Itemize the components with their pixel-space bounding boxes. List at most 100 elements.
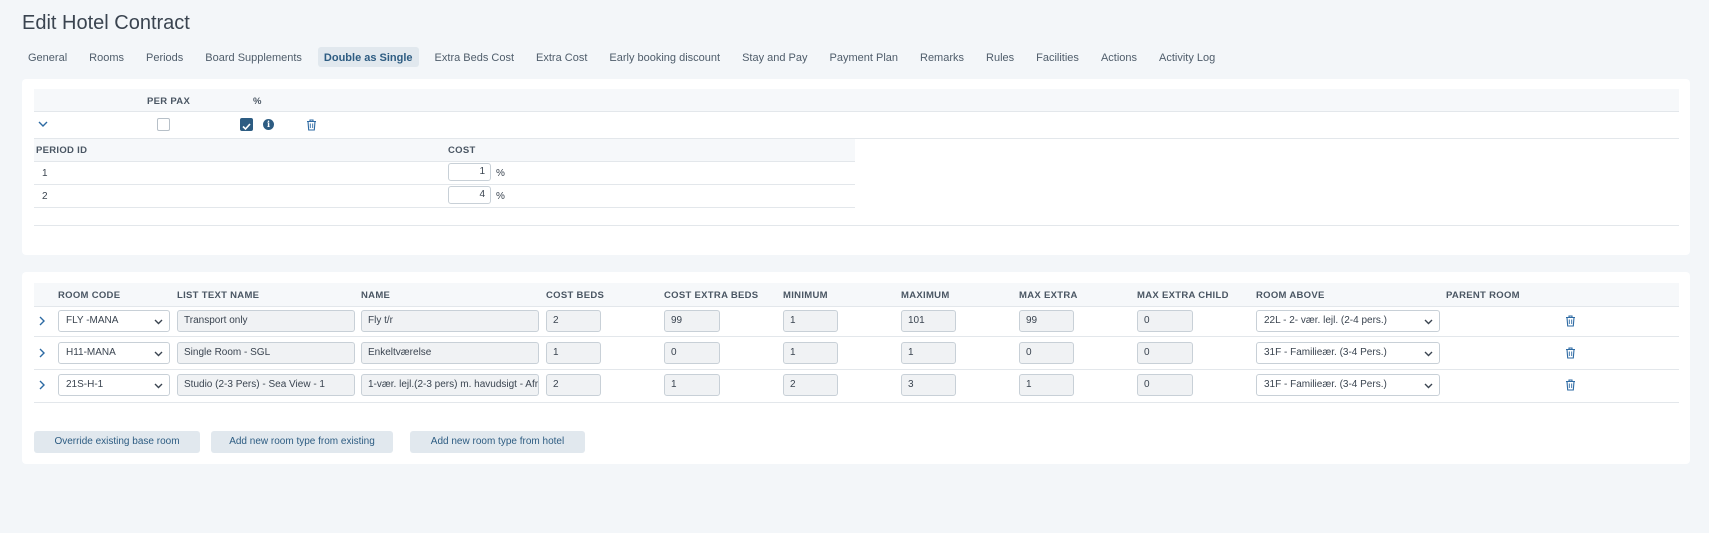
name-input[interactable]: Enkeltværelse — [361, 342, 539, 364]
select-caret-icon — [154, 383, 163, 389]
cost-extra-beds-header: COST EXTRA BEDS — [664, 290, 759, 301]
room-above-value: 22L - 2- vær. lejl. (2-4 pers.) — [1264, 315, 1388, 326]
max-extra-input[interactable]: 99 — [1019, 310, 1074, 332]
trash-icon[interactable] — [1565, 315, 1576, 327]
tab-board-supplements[interactable]: Board Supplements — [199, 47, 308, 67]
select-caret-icon — [154, 351, 163, 357]
max-extra-child-header: MAX EXTRA CHILD — [1137, 290, 1229, 301]
cost-header: COST — [448, 145, 476, 156]
room-above-header: ROOM ABOVE — [1256, 290, 1325, 301]
per-pax-header: PER PAX — [147, 96, 191, 107]
tab-payment-plan[interactable]: Payment Plan — [824, 47, 904, 67]
tab-remarks[interactable]: Remarks — [914, 47, 970, 67]
cost-extra-beds-input[interactable]: 1 — [664, 374, 720, 396]
options-header-row — [34, 89, 1679, 111]
tab-early-booking-discount[interactable]: Early booking discount — [603, 47, 726, 67]
period-id: 2 — [42, 191, 48, 202]
tab-extra-beds-cost[interactable]: Extra Beds Cost — [429, 47, 520, 67]
period-cost-unit: % — [496, 168, 505, 179]
select-caret-icon — [1424, 383, 1433, 389]
room-code-value: 21S-H-1 — [66, 379, 104, 390]
name-header: NAME — [361, 290, 391, 301]
info-icon[interactable]: i — [263, 119, 274, 130]
tab-actions[interactable]: Actions — [1095, 47, 1143, 67]
max-extra-header: MAX EXTRA — [1019, 290, 1078, 301]
name-input[interactable]: 1-vær. lejl.(2-3 pers) m. havudsigt - Af… — [361, 374, 539, 396]
cost-beds-header: COST BEDS — [546, 290, 605, 301]
rooms-panel: ROOM CODE LIST TEXT NAME NAME COST BEDS … — [22, 272, 1690, 464]
tab-rules[interactable]: Rules — [980, 47, 1020, 67]
room-code-value: H11-MANA — [66, 347, 116, 358]
list-text-name-header: LIST TEXT NAME — [177, 290, 260, 301]
percent-header: % — [253, 96, 262, 107]
period-cost-unit: % — [496, 191, 505, 202]
room-code-value: FLY -MANA — [66, 315, 119, 326]
room-above-select[interactable]: 22L - 2- vær. lejl. (2-4 pers.) — [1256, 310, 1440, 332]
minimum-input[interactable]: 2 — [783, 374, 838, 396]
rooms-header-row — [34, 283, 1679, 306]
minimum-input[interactable]: 1 — [783, 342, 838, 364]
period-header-row — [34, 139, 855, 161]
tab-double-as-single[interactable]: Double as Single — [317, 47, 419, 67]
tab-rooms[interactable]: Rooms — [83, 47, 130, 67]
chevron-right-icon[interactable] — [37, 380, 47, 390]
list-text-name-input[interactable]: Single Room - SGL — [177, 342, 355, 364]
minimum-input[interactable]: 1 — [783, 310, 838, 332]
period-id-header: PERIOD ID — [36, 145, 88, 156]
select-caret-icon — [154, 319, 163, 325]
tab-stay-and-pay[interactable]: Stay and Pay — [736, 47, 813, 67]
period-cost-input[interactable]: 4 — [448, 186, 491, 204]
chevron-down-icon[interactable] — [38, 119, 48, 129]
percent-checkbox[interactable] — [240, 118, 253, 131]
tab-extra-cost[interactable]: Extra Cost — [530, 47, 593, 67]
minimum-header: MINIMUM — [783, 290, 828, 301]
add-room-from-existing-button[interactable]: Add new room type from existing — [211, 431, 393, 453]
period-cost-input[interactable]: 1 — [448, 163, 491, 181]
select-caret-icon — [1424, 319, 1433, 325]
override-base-room-button[interactable]: Override existing base room — [34, 431, 200, 453]
period-id: 1 — [42, 168, 48, 179]
room-above-select[interactable]: 31F - Familieær. (3-4 Pers.) — [1256, 342, 1440, 364]
room-code-select[interactable]: 21S-H-1 — [58, 374, 170, 396]
cost-beds-input[interactable]: 2 — [546, 374, 601, 396]
maximum-header: MAXIMUM — [901, 290, 950, 301]
trash-icon[interactable] — [1565, 379, 1576, 391]
page-title: Edit Hotel Contract — [22, 12, 190, 34]
list-text-name-input[interactable]: Studio (2-3 Pers) - Sea View - 1 — [177, 374, 355, 396]
cost-extra-beds-input[interactable]: 0 — [664, 342, 720, 364]
room-code-header: ROOM CODE — [58, 290, 121, 301]
room-above-select[interactable]: 31F - Familieær. (3-4 Pers.) — [1256, 374, 1440, 396]
tab-general[interactable]: General — [22, 47, 73, 67]
chevron-right-icon[interactable] — [37, 316, 47, 326]
maximum-input[interactable]: 3 — [901, 374, 956, 396]
maximum-input[interactable]: 101 — [901, 310, 956, 332]
check-icon — [242, 123, 251, 131]
tab-periods[interactable]: Periods — [140, 47, 189, 67]
max-extra-input[interactable]: 0 — [1019, 342, 1074, 364]
room-above-value: 31F - Familieær. (3-4 Pers.) — [1264, 379, 1387, 390]
max-extra-child-input[interactable]: 0 — [1137, 342, 1193, 364]
select-caret-icon — [1424, 351, 1433, 357]
max-extra-child-input[interactable]: 0 — [1137, 374, 1193, 396]
tab-activity-log[interactable]: Activity Log — [1153, 47, 1221, 67]
cost-beds-input[interactable]: 2 — [546, 310, 601, 332]
cost-beds-input[interactable]: 1 — [546, 342, 601, 364]
add-room-from-hotel-button[interactable]: Add new room type from hotel — [410, 431, 585, 453]
max-extra-child-input[interactable]: 0 — [1137, 310, 1193, 332]
trash-icon[interactable] — [1565, 347, 1576, 359]
chevron-right-icon[interactable] — [37, 348, 47, 358]
room-code-select[interactable]: FLY -MANA — [58, 310, 170, 332]
room-code-select[interactable]: H11-MANA — [58, 342, 170, 364]
max-extra-input[interactable]: 1 — [1019, 374, 1074, 396]
name-input[interactable]: Fly t/r — [361, 310, 539, 332]
list-text-name-input[interactable]: Transport only — [177, 310, 355, 332]
per-pax-checkbox[interactable] — [157, 118, 170, 131]
maximum-input[interactable]: 1 — [901, 342, 956, 364]
double-as-single-panel: PER PAX % i PERIOD ID COST 1 1 % 2 4 % — [22, 79, 1690, 255]
tab-bar: General Rooms Periods Board Supplements … — [22, 47, 1231, 67]
tab-facilities[interactable]: Facilities — [1030, 47, 1085, 67]
cost-extra-beds-input[interactable]: 99 — [664, 310, 720, 332]
trash-icon[interactable] — [306, 119, 317, 131]
room-above-value: 31F - Familieær. (3-4 Pers.) — [1264, 347, 1387, 358]
parent-room-header: PARENT ROOM — [1446, 290, 1520, 301]
